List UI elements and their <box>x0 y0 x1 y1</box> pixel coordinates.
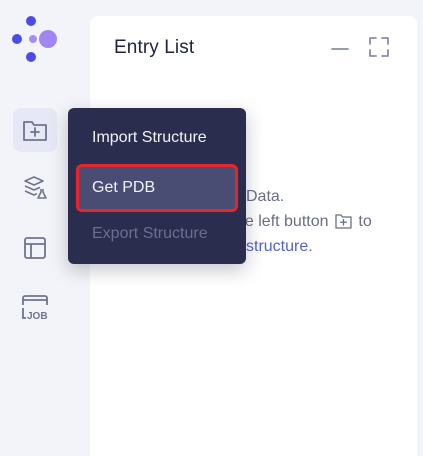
layout-panel-icon <box>24 237 46 259</box>
menu-item-export-structure: Export Structure <box>92 225 208 242</box>
empty-period: . <box>308 238 313 255</box>
sidebar-item-molecule[interactable] <box>13 166 57 210</box>
svg-text:JOB: JOB <box>27 311 48 322</box>
sidebar-item-layout[interactable] <box>13 226 57 270</box>
sidebar-item-job[interactable]: JOB <box>13 286 57 330</box>
menu-item-import-structure[interactable]: Import Structure <box>68 116 246 160</box>
minimize-icon[interactable] <box>330 40 350 60</box>
structure-link[interactable]: structure <box>246 238 308 255</box>
molecule-flask-icon <box>24 176 47 199</box>
app-logo[interactable] <box>8 14 64 66</box>
panel-title: Entry List <box>114 37 195 58</box>
sidebar: JOB <box>0 0 72 456</box>
import-dropdown-menu: Import Structure Get PDB Export Structur… <box>68 108 246 264</box>
import-folder-icon <box>335 214 352 229</box>
import-folder-icon <box>23 121 47 141</box>
empty-line-2-tail: to <box>358 213 372 230</box>
sidebar-item-import[interactable] <box>13 108 57 152</box>
empty-line-2-text: he left button <box>236 213 329 230</box>
job-icon: JOB <box>22 295 48 322</box>
expand-icon[interactable] <box>368 36 390 58</box>
menu-item-get-pdb[interactable]: Get PDB <box>76 166 236 210</box>
